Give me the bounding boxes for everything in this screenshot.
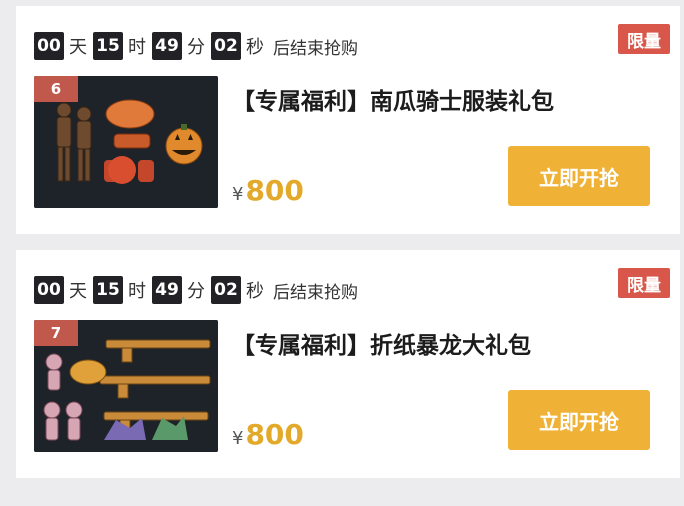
countdown-minutes: 49 <box>152 276 182 304</box>
price-amount: 800 <box>245 174 304 207</box>
buy-now-button[interactable]: 立即开抢 <box>508 390 650 450</box>
countdown-suffix: 后结束抢购 <box>273 282 358 303</box>
countdown-seconds: 02 <box>211 276 241 304</box>
minutes-unit: 分 <box>187 281 205 302</box>
seconds-unit: 秒 <box>246 281 264 302</box>
days-unit: 天 <box>69 37 87 58</box>
product-title: 【专属福利】折纸暴龙大礼包 <box>232 333 531 359</box>
rank-badge: 6 <box>34 76 78 102</box>
days-unit: 天 <box>69 281 87 302</box>
countdown-timer: 00 天 15 时 49 分 02 秒 后结束抢购 <box>34 276 358 304</box>
currency-symbol: ¥ <box>232 184 244 205</box>
hours-unit: 时 <box>128 281 146 302</box>
product-price: ¥800 <box>232 174 304 207</box>
product-price: ¥800 <box>232 418 304 451</box>
product-card-origami-dragon: 00 天 15 时 49 分 02 秒 后结束抢购 限量 7 【专属福利】折纸暴… <box>16 250 680 478</box>
countdown-timer: 00 天 15 时 49 分 02 秒 后结束抢购 <box>34 32 358 60</box>
product-image[interactable]: 7 <box>34 320 218 452</box>
countdown-days: 00 <box>34 276 64 304</box>
product-title: 【专属福利】南瓜骑士服装礼包 <box>232 89 554 115</box>
minutes-unit: 分 <box>187 37 205 58</box>
product-card-pumpkin-knight: 00 天 15 时 49 分 02 秒 后结束抢购 限量 6 【专属福利】南瓜骑… <box>16 6 680 234</box>
countdown-seconds: 02 <box>211 32 241 60</box>
countdown-hours: 15 <box>93 276 123 304</box>
limited-badge: 限量 <box>618 268 670 298</box>
hours-unit: 时 <box>128 37 146 58</box>
rank-badge: 7 <box>34 320 78 346</box>
limited-badge: 限量 <box>618 24 670 54</box>
product-image[interactable]: 6 <box>34 76 218 208</box>
price-amount: 800 <box>245 418 304 451</box>
buy-now-button[interactable]: 立即开抢 <box>508 146 650 206</box>
countdown-minutes: 49 <box>152 32 182 60</box>
countdown-days: 00 <box>34 32 64 60</box>
seconds-unit: 秒 <box>246 37 264 58</box>
countdown-suffix: 后结束抢购 <box>273 38 358 59</box>
currency-symbol: ¥ <box>232 428 244 449</box>
countdown-hours: 15 <box>93 32 123 60</box>
